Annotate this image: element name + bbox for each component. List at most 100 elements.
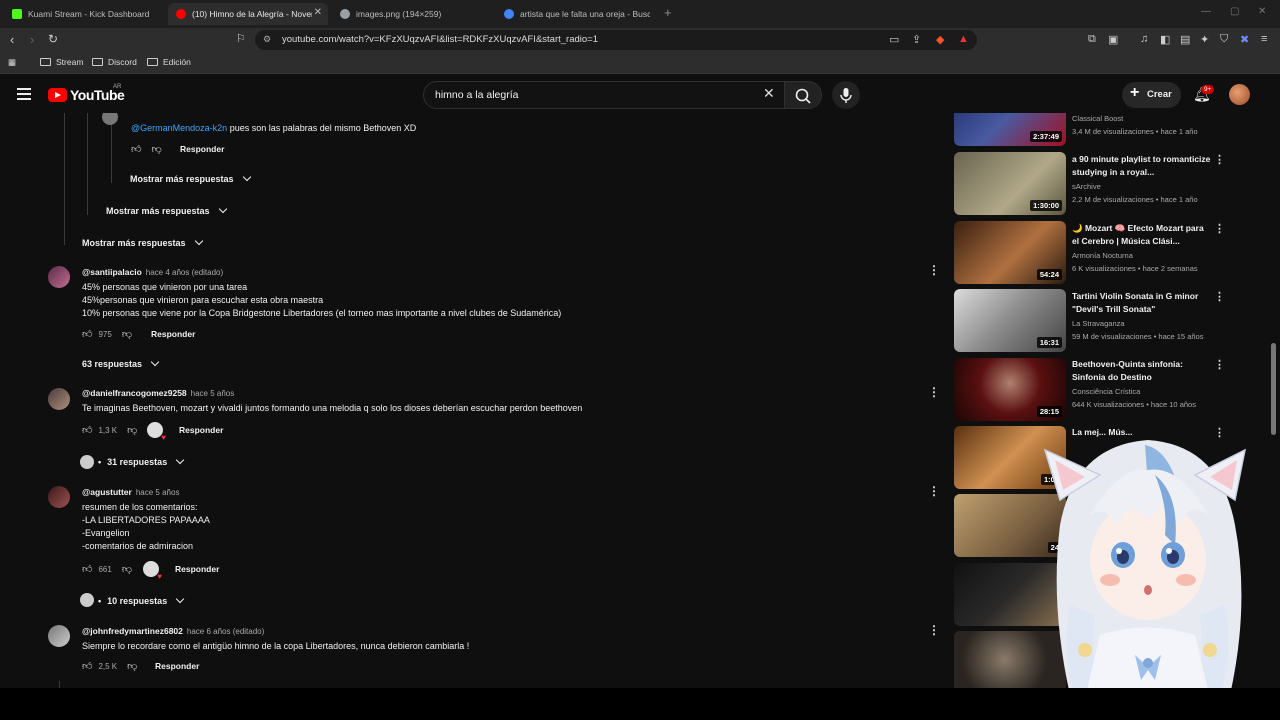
author-name[interactable]: @danielfrancogomez9258 — [82, 388, 187, 398]
url-field[interactable]: youtube.com/watch?v=KFzXUqzvAFI&list=RDK… — [255, 30, 977, 50]
tab-label: Kuami Stream - Kick Dashboard — [28, 9, 150, 19]
avatar[interactable] — [48, 388, 70, 410]
bookmark-stream[interactable]: Stream — [40, 57, 83, 67]
show-more-replies-button[interactable]: Mostrar más respuestas — [106, 204, 227, 216]
avatar[interactable] — [48, 486, 70, 508]
dislike-icon[interactable]: 👎︎ — [151, 143, 161, 155]
brave-rewards-icon[interactable]: ▲ — [958, 33, 969, 45]
channel-name[interactable]: sArchive — [1072, 182, 1101, 191]
video-title[interactable]: a 90 minute playlist to romanticize stud… — [1072, 153, 1212, 179]
tab-google[interactable]: artista que le falta una oreja - Buscar — [496, 3, 656, 25]
close-tab-icon[interactable]: ✕ — [314, 7, 322, 18]
comment-time[interactable]: hace 4 años (editado) — [146, 268, 223, 277]
dislike-icon[interactable]: 👎︎ — [127, 660, 137, 672]
minimize-icon[interactable]: — — [1201, 6, 1211, 17]
bookmark-edicion[interactable]: Edición — [147, 57, 191, 67]
video-thumbnail[interactable]: 54:24 — [954, 221, 1066, 284]
reply-button[interactable]: Responder — [151, 329, 195, 339]
reply-button[interactable]: Responder — [179, 425, 223, 435]
dislike-icon[interactable]: 👎︎ — [122, 563, 132, 575]
like-icon[interactable]: 👍︎ — [82, 660, 92, 672]
dislike-icon[interactable]: 👎︎ — [122, 328, 132, 340]
view-replies-button[interactable]: • 10 respuestas — [98, 594, 185, 606]
reload-icon[interactable]: ↻ — [48, 32, 58, 46]
author-name[interactable]: @johnfredymartinez6802 — [82, 626, 183, 636]
like-icon[interactable]: 👍︎ — [82, 424, 92, 436]
comment-time[interactable]: hace 5 años — [136, 488, 180, 497]
media-icon[interactable]: ♫ — [1140, 33, 1148, 45]
view-replies-button[interactable]: 63 respuestas — [82, 357, 160, 369]
voice-search-button[interactable] — [832, 81, 860, 109]
more-options-icon[interactable]: ⋮ — [928, 484, 940, 498]
extensions-icon[interactable]: ⧉ — [1088, 33, 1096, 46]
vpn-icon[interactable]: ⛉ — [1220, 33, 1228, 46]
reply-button[interactable]: Responder — [180, 144, 224, 154]
hamburger-menu-icon[interactable] — [17, 88, 31, 103]
cast-icon[interactable]: ▭ — [889, 33, 899, 46]
tab-kick[interactable]: Kuami Stream - Kick Dashboard — [4, 3, 164, 25]
avatar[interactable] — [1229, 84, 1250, 105]
video-thumbnail[interactable]: 1:30:00 — [954, 152, 1066, 215]
more-options-icon[interactable]: ⋮ — [928, 263, 940, 277]
comment-author[interactable]: @johnfredymartinez6802 hace 6 años (edita… — [82, 626, 264, 636]
avatar[interactable] — [48, 625, 70, 647]
like-icon[interactable]: 👍︎ — [82, 563, 92, 575]
more-options-icon[interactable]: ⋮ — [1214, 290, 1225, 303]
reply-button[interactable]: Responder — [175, 564, 219, 574]
view-replies-button[interactable]: • 31 respuestas — [98, 455, 185, 467]
comment-author[interactable]: @santiipalacio hace 4 años (editado) — [82, 267, 223, 277]
comment-time[interactable]: hace 5 años — [191, 389, 235, 398]
more-options-icon[interactable]: ⋮ — [1214, 153, 1225, 166]
channel-name[interactable]: La Stravaganza — [1072, 319, 1125, 328]
search-input[interactable]: himno a la alegría — [423, 81, 786, 109]
reply-button[interactable]: Responder — [155, 661, 199, 671]
comment-time[interactable]: hace 6 años (editado) — [187, 627, 264, 636]
tab-image[interactable]: images.png (194×259) — [332, 3, 492, 25]
dislike-icon[interactable]: 👎︎ — [127, 424, 137, 436]
video-thumbnail[interactable]: 2:37:49 — [954, 113, 1066, 146]
like-icon[interactable]: 👍︎ — [131, 143, 141, 155]
tab-youtube[interactable]: (10) Himno de la Alegría - Novena ✕ — [168, 3, 328, 25]
share-icon[interactable]: ⇪ — [912, 33, 921, 46]
bookmark-icon[interactable]: ⚐ — [236, 32, 246, 45]
forward-icon[interactable]: › — [30, 32, 34, 47]
apps-icon[interactable]: ▦ — [8, 57, 16, 68]
scrollbar[interactable] — [1271, 343, 1276, 435]
sidebar-icon[interactable]: ◧ — [1160, 33, 1170, 46]
show-more-replies-button[interactable]: Mostrar más respuestas — [82, 236, 203, 248]
new-tab-icon[interactable]: + — [664, 5, 672, 20]
bookmark-discord[interactable]: Discord — [92, 57, 137, 67]
show-more-replies-button[interactable]: Mostrar más respuestas — [130, 172, 251, 184]
maximize-icon[interactable]: ▢ — [1230, 6, 1239, 17]
search-button[interactable] — [784, 81, 822, 109]
menu-icon[interactable]: ≡ — [1261, 33, 1267, 45]
back-icon[interactable]: ‹ — [10, 32, 14, 47]
like-icon[interactable]: 👍︎ — [82, 328, 92, 340]
screenshot-icon[interactable]: ▣ — [1108, 33, 1118, 46]
comment-author[interactable]: @agustutter hace 5 años — [82, 487, 179, 497]
clear-search-icon[interactable]: ✕ — [763, 85, 775, 102]
channel-name[interactable]: Armonía Nocturna — [1072, 251, 1133, 260]
author-name[interactable]: @agustutter — [82, 487, 132, 497]
more-options-icon[interactable]: ⋮ — [1214, 222, 1225, 235]
wallet-icon[interactable]: ▤ — [1180, 33, 1190, 46]
profile-icon[interactable]: ✖ — [1240, 33, 1249, 46]
site-info-icon[interactable]: ⚙ — [263, 34, 271, 45]
mention-link[interactable]: @GermanMendoza-k2n — [131, 123, 227, 133]
close-window-icon[interactable]: ✕ — [1258, 6, 1266, 17]
more-options-icon[interactable]: ⋮ — [1214, 358, 1225, 371]
channel-name[interactable]: Consciência Crística — [1072, 387, 1140, 396]
video-title[interactable]: 🌙 Mozart 🧠 Efecto Mozart para el Cerebro… — [1072, 222, 1212, 248]
video-thumbnail[interactable]: 16:31 — [954, 289, 1066, 352]
more-options-icon[interactable]: ⋮ — [928, 623, 940, 637]
avatar[interactable] — [102, 113, 118, 125]
channel-name[interactable]: Classical Boost — [1072, 114, 1123, 123]
video-title[interactable]: Beethoven-Quinta sinfonia: Sinfonia do D… — [1072, 358, 1212, 384]
brave-shield-icon[interactable]: ◆ — [936, 33, 944, 46]
author-name[interactable]: @santiipalacio — [82, 267, 142, 277]
leo-icon[interactable]: ✦ — [1200, 33, 1209, 46]
avatar[interactable] — [48, 266, 70, 288]
video-title[interactable]: Tartini Violin Sonata in G minor "Devil'… — [1072, 290, 1212, 316]
more-options-icon[interactable]: ⋮ — [928, 385, 940, 399]
comment-author[interactable]: @danielfrancogomez9258 hace 5 años — [82, 388, 234, 398]
